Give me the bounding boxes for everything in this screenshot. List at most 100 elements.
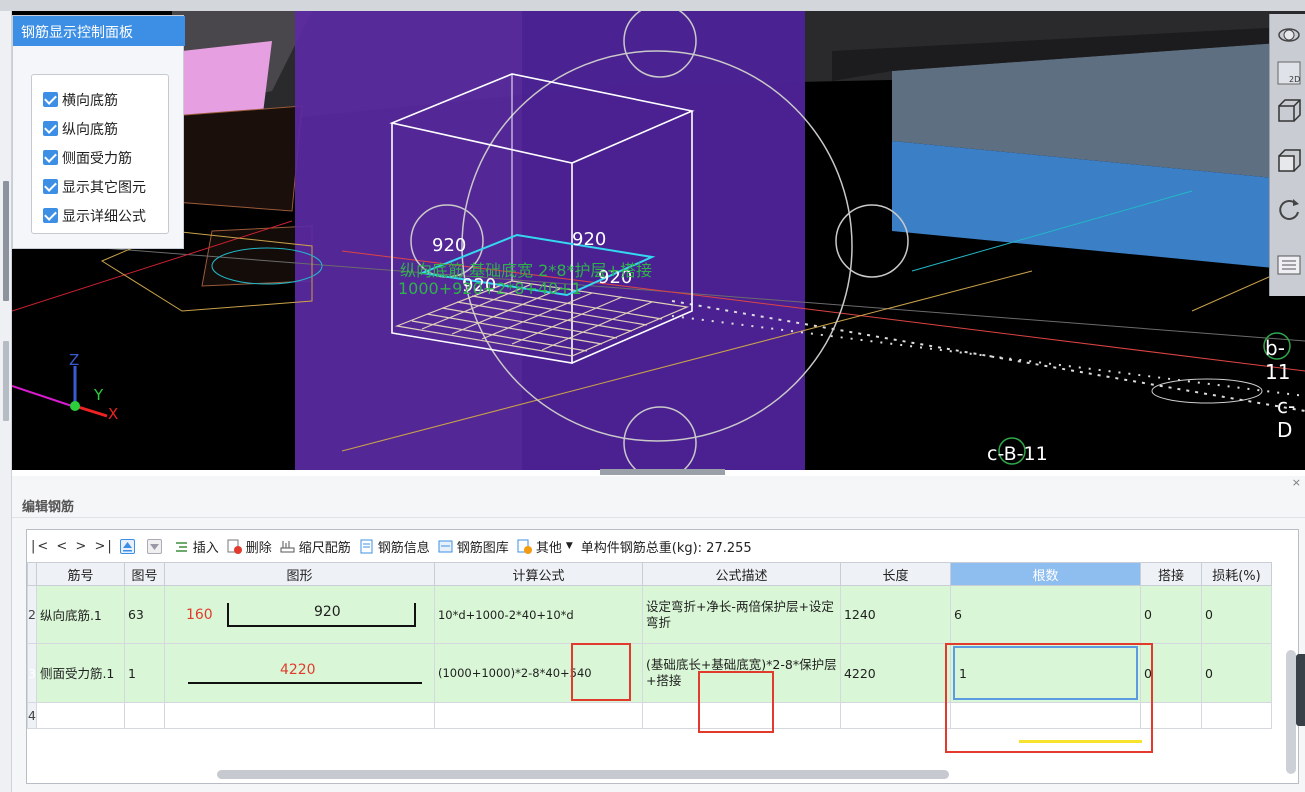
panel-settings-icon[interactable] <box>1274 250 1304 280</box>
2d-view-icon[interactable]: 2D <box>1274 58 1304 88</box>
grid-label: c-B-11 <box>987 443 1048 465</box>
3d-viewport[interactable]: 920 920 920 920 纵向底筋 基础底宽 2*8*护层+搭接 1000… <box>12 11 1305 470</box>
empty-cell[interactable] <box>123 702 165 729</box>
table-row[interactable]: 2 纵向底筋.1 63 160 920 10*d+1000-2*40+10*d … <box>27 585 1272 644</box>
dim-label: 920 <box>432 235 467 256</box>
empty-cell[interactable] <box>1200 702 1272 729</box>
checkbox-row[interactable]: 侧面受力筋 <box>43 143 168 172</box>
annotation-underline <box>1019 740 1142 743</box>
checkbox-row[interactable]: 纵向底筋 <box>43 114 168 143</box>
rotate-icon[interactable] <box>1274 194 1304 224</box>
checkbox-row[interactable]: 显示其它图元 <box>43 172 168 201</box>
checkbox-checked-icon[interactable] <box>43 150 58 165</box>
column-header[interactable]: 计算公式 <box>433 562 643 586</box>
rebar-library-button[interactable]: 钢筋图库 <box>438 537 509 556</box>
column-header[interactable]: 损耗(%) <box>1200 562 1272 586</box>
insert-label: 插入 <box>192 540 219 556</box>
ruler-icon <box>280 539 295 554</box>
row-number[interactable]: 2 <box>27 585 37 644</box>
rebar-library-label: 钢筋图库 <box>456 540 509 556</box>
box-view-icon[interactable] <box>1274 146 1304 176</box>
column-header[interactable]: 搭接 <box>1139 562 1202 586</box>
formula-overlay: 1000+920+2*8+40+1 <box>398 279 582 298</box>
empty-cell[interactable] <box>35 702 125 729</box>
cell-rebar-name[interactable]: 纵向底筋.1 <box>35 585 125 644</box>
checkbox-label: 侧面受力筋 <box>62 150 132 167</box>
column-header[interactable]: 图号 <box>123 562 165 586</box>
3d-box-icon[interactable] <box>1274 96 1304 126</box>
move-down-button[interactable] <box>146 538 166 554</box>
insert-button[interactable]: 插入 <box>174 537 219 556</box>
checkbox-label: 横向底筋 <box>62 92 118 109</box>
arrow-down-icon <box>146 538 162 554</box>
other-menu-button[interactable]: 其他 ▼ <box>517 537 573 556</box>
column-header[interactable]: 长度 <box>839 562 951 586</box>
rebar-shape-drawing: 160 920 <box>168 587 434 643</box>
rebar-straight-shape <box>187 682 422 684</box>
vertical-scrollbar[interactable] <box>1286 650 1296 774</box>
cell-rebar-name[interactable]: 侧面受力筋.1 <box>35 643 125 703</box>
panel-splitter[interactable] <box>600 469 725 475</box>
delete-label: 删除 <box>245 540 272 556</box>
cell-loss[interactable]: 0 <box>1200 585 1272 644</box>
total-weight: 单构件钢筋总重(kg): 27.255 <box>580 540 752 556</box>
cell-length[interactable]: 1240 <box>839 585 951 644</box>
cell-length[interactable]: 4220 <box>839 643 951 703</box>
rebar-info-button[interactable]: 钢筋信息 <box>359 537 430 556</box>
checkbox-label: 纵向底筋 <box>62 121 118 138</box>
delete-button[interactable]: 删除 <box>227 537 272 556</box>
close-icon[interactable]: × <box>1292 476 1301 489</box>
checkbox-row[interactable]: 显示详细公式 <box>43 201 168 230</box>
move-up-button[interactable] <box>119 538 139 554</box>
window-top-strip <box>0 0 1305 11</box>
control-panel-title[interactable]: 钢筋显示控制面板 <box>13 16 185 46</box>
dim-label: 920 <box>572 229 607 250</box>
column-header[interactable]: 筋号 <box>35 562 125 586</box>
divider <box>12 517 1305 518</box>
checkbox-checked-icon[interactable] <box>43 208 58 223</box>
row-number-current[interactable]: 3 <box>27 643 37 703</box>
table-header-row: 筋号 图号 图形 计算公式 公式描述 长度 根数 搭接 损耗(%) <box>27 562 1272 586</box>
cell-formula[interactable]: 10*d+1000-2*40+10*d <box>433 585 643 644</box>
row-number[interactable]: 4 <box>27 702 37 729</box>
gutter-tab[interactable] <box>3 181 9 301</box>
gutter-tab[interactable] <box>3 341 9 421</box>
cell-count[interactable]: 6 <box>949 585 1141 644</box>
cell-description[interactable]: 设定弯折+净长-两倍保护层+设定弯折 <box>641 585 841 644</box>
checkbox-checked-icon[interactable] <box>43 121 58 136</box>
grid-label: b-11 <box>1265 336 1291 384</box>
column-header[interactable]: 公式描述 <box>641 562 841 586</box>
record-navigation[interactable]: |< < > >| <box>31 539 114 554</box>
empty-cell[interactable] <box>433 702 643 729</box>
cell-lap[interactable]: 0 <box>1139 585 1202 644</box>
orbit-icon[interactable] <box>1274 20 1304 50</box>
annotation-highlight-box <box>698 671 774 733</box>
annotation-highlight-box <box>945 643 1153 753</box>
cell-figure-no[interactable]: 63 <box>123 585 165 644</box>
checkbox-checked-icon[interactable] <box>43 179 58 194</box>
edge-tab[interactable] <box>1296 654 1305 726</box>
column-header-selected[interactable]: 根数 <box>949 562 1141 586</box>
chevron-down-icon: ▼ <box>565 541 573 551</box>
rebar-display-control-panel: 钢筋显示控制面板 横向底筋 纵向底筋 侧面受力筋 显示其它图元 显示详细公式 <box>12 15 185 249</box>
empty-cell[interactable] <box>163 702 435 729</box>
annotation-highlight-box <box>571 643 631 701</box>
rebar-bent-shape <box>226 602 416 627</box>
grid-toolbar: |< < > >| 插入 删除 缩尺配筋 钢筋信息 钢筋图库 其他 ▼ 单构件钢筋… <box>27 530 1300 562</box>
axis-z-label: Z <box>69 351 80 369</box>
view-toolbar: 2D <box>1269 14 1305 296</box>
cell-shape[interactable]: 160 920 <box>163 585 435 644</box>
cell-figure-no[interactable]: 1 <box>123 643 165 703</box>
checkbox-checked-icon[interactable] <box>43 92 58 107</box>
row-number-header <box>27 562 37 586</box>
empty-cell[interactable] <box>839 702 951 729</box>
grid-label: c-D <box>1277 394 1296 442</box>
cell-loss[interactable]: 0 <box>1200 643 1272 703</box>
cell-shape[interactable]: 4220 <box>163 643 435 703</box>
checkbox-row[interactable]: 横向底筋 <box>43 85 168 114</box>
scale-rebar-button[interactable]: 缩尺配筋 <box>280 537 351 556</box>
svg-text:2D: 2D <box>1289 75 1300 84</box>
axis-x-label: X <box>108 405 119 423</box>
column-header[interactable]: 图形 <box>163 562 435 586</box>
horizontal-scrollbar[interactable] <box>217 770 949 779</box>
